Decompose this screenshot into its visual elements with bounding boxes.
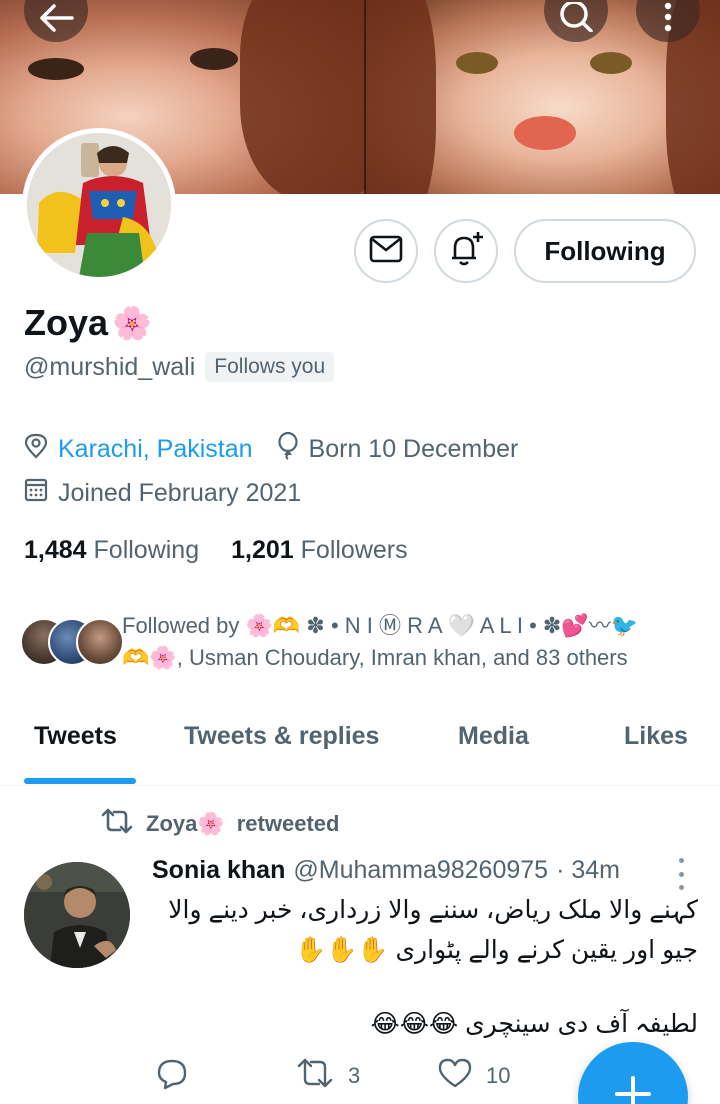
plus-icon [613, 1074, 653, 1104]
reply-button[interactable] [156, 1058, 188, 1096]
tweet-author-avatar[interactable] [24, 862, 130, 968]
avatar-image [27, 133, 171, 277]
profile-handle: @murshid_wali [24, 352, 196, 381]
location-link[interactable]: Karachi, Pakistan [58, 435, 253, 464]
retweet-button[interactable]: 3 [296, 1058, 360, 1094]
flower-emoji-icon: 🌸 [112, 305, 152, 341]
tweet-line-1: کہنے والا ملک ریاض، سننے والا زرداری، خب… [168, 896, 698, 924]
joined-item: Joined February 2021 [24, 478, 301, 509]
tweet-actions: 3 10 [152, 1058, 572, 1098]
more-vertical-icon [663, 2, 673, 32]
follower-avatar [76, 618, 124, 666]
reply-icon [156, 1058, 188, 1096]
profile-tabs: Tweets Tweets & replies Media Likes [0, 700, 720, 786]
following-label: Following [93, 536, 200, 564]
following-count: 1,484 [24, 536, 87, 564]
notifications-button[interactable] [434, 219, 498, 283]
location-item: Karachi, Pakistan [24, 433, 253, 466]
envelope-icon [369, 235, 403, 268]
heart-icon [438, 1058, 472, 1094]
handle-row: @murshid_wali Follows you [24, 352, 335, 382]
tweet-author-name[interactable]: Sonia khan [152, 856, 285, 885]
profile-avatar[interactable] [22, 128, 176, 282]
tweet-line-2: جیو اور یقین کرنے والے پٹواری ✋✋✋ [295, 936, 698, 964]
balloon-icon [277, 431, 299, 467]
birthday-text: Born 10 December [308, 435, 519, 463]
tab-tweets-replies[interactable]: Tweets & replies [184, 722, 379, 751]
bell-plus-icon [447, 230, 485, 273]
compose-tweet-button[interactable] [578, 1042, 688, 1104]
follow-stats: 1,484 Following 1,201 Followers [24, 536, 408, 565]
following-button[interactable]: Following [514, 219, 696, 283]
followed-by-section[interactable]: Followed by 🌸🫶 ✽ • N I Ⓜ R A 🤍 A L I • ✽… [20, 610, 710, 680]
followers-count: 1,201 [231, 536, 294, 564]
tweet-header: Sonia khan @Muhamma98260975 · 34m [152, 856, 620, 885]
followed-by-line-1: Followed by 🌸🫶 ✽ • N I Ⓜ R A 🤍 A L I • ✽… [122, 613, 639, 638]
like-button[interactable]: 10 [438, 1058, 510, 1094]
tweet-more-button[interactable] [672, 858, 690, 890]
tweet-line-3: لطیفہ آف دی سینچری 😂😂😂 [370, 1010, 698, 1038]
profile-meta-row-1: Karachi, Pakistan Born 10 December [24, 431, 519, 467]
active-tab-indicator [24, 778, 136, 784]
followed-by-text: Followed by 🌸🫶 ✽ • N I Ⓜ R A 🤍 A L I • ✽… [122, 610, 712, 674]
calendar-icon [24, 478, 48, 509]
tweet-author-handle[interactable]: @Muhamma98260975 [293, 856, 548, 885]
location-pin-icon [24, 433, 48, 466]
tweet-text: کہنے والا ملک ریاض، سننے والا زرداری، خب… [152, 890, 698, 1044]
search-icon [558, 2, 594, 32]
retweet-icon [100, 808, 134, 840]
like-count: 10 [486, 1063, 511, 1088]
retweet-context[interactable]: Zoya🌸 retweeted [100, 808, 339, 840]
arrow-left-icon [38, 4, 74, 32]
followed-by-avatars [20, 618, 124, 666]
profile-meta-row-2: Joined February 2021 [24, 478, 301, 509]
tab-tweets[interactable]: Tweets [34, 722, 117, 751]
followers-label: Followers [300, 536, 408, 564]
followed-by-line-2: 🫶🌸, Usman Choudary, Imran khan, and 83 o… [122, 645, 628, 670]
retweet-count: 3 [348, 1063, 361, 1088]
profile-name: Zoya 🌸 [24, 302, 152, 344]
retweeted-label: retweeted [236, 811, 340, 836]
following-stat[interactable]: 1,484 Following [24, 536, 199, 565]
birthday-item: Born 10 December [277, 431, 519, 467]
followers-stat[interactable]: 1,201 Followers [231, 536, 408, 565]
tab-media[interactable]: Media [458, 722, 529, 751]
retweet-icon [296, 1058, 334, 1094]
joined-text: Joined February 2021 [58, 479, 302, 507]
tweet-time: · 34m [556, 856, 620, 884]
tab-likes[interactable]: Likes [624, 722, 688, 751]
message-button[interactable] [354, 219, 418, 283]
retweeter-name: Zoya🌸 [146, 811, 225, 836]
more-dot [678, 871, 684, 877]
more-dot [678, 858, 684, 863]
follows-you-badge: Follows you [205, 352, 335, 382]
profile-name-text: Zoya [24, 302, 109, 343]
